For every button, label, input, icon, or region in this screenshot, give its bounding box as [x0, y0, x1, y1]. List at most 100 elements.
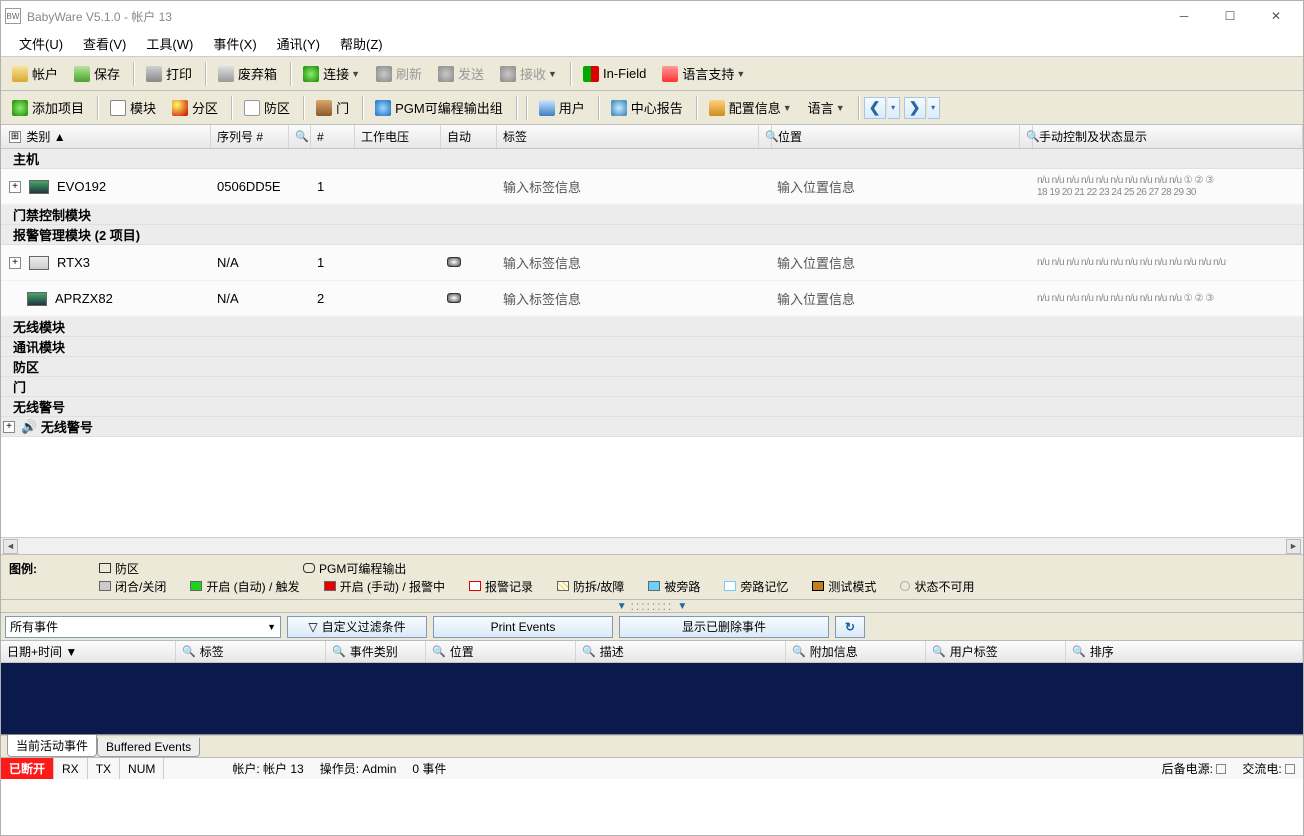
col-auto[interactable]: 自动: [441, 125, 497, 148]
col-label[interactable]: 标签: [497, 125, 759, 148]
col-position[interactable]: 位置: [772, 125, 1020, 148]
grid-header: ⊞ 类别 ▲ 序列号 # 🔍 # 工作电压 自动 标签 🔍 位置 🔍 手动控制及…: [1, 125, 1303, 149]
infield-button[interactable]: In-Field: [576, 61, 653, 87]
add-item-button[interactable]: 添加项目: [5, 95, 91, 121]
maximize-button[interactable]: ☐: [1207, 1, 1253, 31]
group-host[interactable]: 主机: [1, 149, 1303, 169]
legend-title: 图例:: [9, 560, 69, 577]
ecol-position[interactable]: 🔍位置: [426, 641, 576, 662]
menu-bar: 文件(U) 查看(V) 工具(W) 事件(X) 通讯(Y) 帮助(Z): [1, 31, 1303, 57]
nav-back-button[interactable]: ❮: [864, 97, 886, 119]
module-icon: [29, 256, 49, 270]
print-events-button[interactable]: Print Events: [433, 616, 613, 638]
central-report-button[interactable]: 中心报告: [604, 95, 690, 121]
user-button[interactable]: 用户: [532, 95, 592, 121]
save-icon: [74, 66, 90, 82]
event-tabs: 当前活动事件 Buffered Events: [1, 735, 1303, 757]
group-wireless[interactable]: 无线模块: [1, 317, 1303, 337]
account-button[interactable]: 帐户: [5, 61, 65, 87]
group-siren[interactable]: 无线警号: [1, 397, 1303, 417]
swatch-tamper: [557, 581, 569, 591]
grid-hscroll[interactable]: ◄ ►: [1, 537, 1303, 554]
config-button[interactable]: 配置信息▼: [702, 95, 799, 121]
row-rtx3[interactable]: +RTX3 N/A 1 输入标签信息 输入位置信息 n/u n/u n/u n/…: [1, 245, 1303, 281]
close-button[interactable]: ✕: [1253, 1, 1299, 31]
print-button[interactable]: 打印: [139, 61, 199, 87]
menu-comm[interactable]: 通讯(Y): [267, 31, 330, 56]
send-button[interactable]: 发送: [431, 61, 491, 87]
col-number[interactable]: #: [311, 125, 355, 148]
expand-icon[interactable]: +: [3, 421, 15, 433]
col-serial[interactable]: 序列号 #: [211, 125, 289, 148]
splitter-grip[interactable]: ▼::::::::▼: [1, 599, 1303, 613]
row-aprzx82[interactable]: APRZX82 N/A 2 输入标签信息 输入位置信息 n/u n/u n/u …: [1, 281, 1303, 317]
receive-button[interactable]: 接收▼: [493, 61, 564, 87]
status-connection: 已断开: [1, 758, 54, 779]
ecol-label[interactable]: 🔍标签: [176, 641, 326, 662]
ecol-sort[interactable]: 🔍排序: [1066, 641, 1303, 662]
grip-up-icon: ▼: [617, 601, 627, 612]
group-access[interactable]: 门禁控制模块: [1, 205, 1303, 225]
print-icon: [146, 66, 162, 82]
col-manual[interactable]: 手动控制及状态显示: [1033, 125, 1303, 148]
title-bar: BW BabyWare V5.1.0 - 帐户 13 ─ ☐ ✕: [1, 1, 1303, 31]
folder-icon: [12, 66, 28, 82]
group-siren2[interactable]: +🔊 无线警号: [1, 417, 1303, 437]
zone-button[interactable]: 防区: [237, 95, 297, 121]
door-button[interactable]: 门: [309, 95, 356, 121]
col-search3[interactable]: 🔍: [1020, 125, 1033, 148]
reload-events-button[interactable]: ↻: [835, 616, 865, 638]
col-search1[interactable]: 🔍: [289, 125, 311, 148]
swatch-closed: [99, 581, 111, 591]
expand-icon[interactable]: +: [9, 181, 21, 193]
pgm-button[interactable]: PGM可编程输出组: [368, 95, 510, 121]
legend-panel: 图例: 防区 PGM可编程输出 闭合/关闭 开启 (自动) / 触发 开启 (手…: [1, 554, 1303, 599]
col-category[interactable]: ⊞ 类别 ▲: [1, 125, 211, 148]
row-evo192[interactable]: +EVO192 0506DD5E 1 输入标签信息 输入位置信息 n/u n/u…: [1, 169, 1303, 205]
trash-button[interactable]: 废弃箱: [211, 61, 284, 87]
lang-support-button[interactable]: 语言支持▼: [655, 61, 752, 87]
minimize-button[interactable]: ─: [1161, 1, 1207, 31]
menu-file[interactable]: 文件(U): [9, 31, 73, 56]
nav-forward-drop[interactable]: ▾: [928, 97, 940, 119]
menu-view[interactable]: 查看(V): [73, 31, 136, 56]
app-icon: BW: [5, 8, 21, 24]
event-filter-select[interactable]: 所有事件▼: [5, 616, 281, 638]
scroll-left-icon[interactable]: ◄: [3, 539, 18, 554]
col-voltage[interactable]: 工作电压: [355, 125, 441, 148]
group-alarm[interactable]: 报警管理模块 (2 项目): [1, 225, 1303, 245]
save-button[interactable]: 保存: [67, 61, 127, 87]
events-header: 日期+时间 ▼ 🔍标签 🔍事件类别 🔍位置 🔍描述 🔍附加信息 🔍用户标签 🔍排…: [1, 641, 1303, 663]
door-icon: [316, 100, 332, 116]
nav-forward-button[interactable]: ❯: [904, 97, 926, 119]
ecol-datetime[interactable]: 日期+时间 ▼: [1, 641, 176, 662]
col-search2[interactable]: 🔍: [759, 125, 772, 148]
connect-button[interactable]: 连接▼: [296, 61, 367, 87]
group-zone[interactable]: 防区: [1, 357, 1303, 377]
partition-button[interactable]: 分区: [165, 95, 225, 121]
expand-all-icon[interactable]: ⊞: [9, 131, 21, 143]
refresh-button[interactable]: 刷新: [369, 61, 429, 87]
ecol-userlabel[interactable]: 🔍用户标签: [926, 641, 1066, 662]
scroll-right-icon[interactable]: ►: [1286, 539, 1301, 554]
tab-buffered-events[interactable]: Buffered Events: [97, 738, 200, 757]
expand-icon[interactable]: +: [9, 257, 21, 269]
ecol-extra[interactable]: 🔍附加信息: [786, 641, 926, 662]
language-button[interactable]: 语言▼: [801, 95, 852, 121]
config-icon: [709, 100, 725, 116]
menu-events[interactable]: 事件(X): [203, 31, 266, 56]
group-door[interactable]: 门: [1, 377, 1303, 397]
custom-filter-button[interactable]: ▽自定义过滤条件: [287, 616, 427, 638]
tab-current-events[interactable]: 当前活动事件: [7, 735, 97, 757]
nav-back-drop[interactable]: ▾: [888, 97, 900, 119]
add-icon: [12, 100, 28, 116]
ecol-desc[interactable]: 🔍描述: [576, 641, 786, 662]
module-button[interactable]: 模块: [103, 95, 163, 121]
ecol-type[interactable]: 🔍事件类别: [326, 641, 426, 662]
menu-help[interactable]: 帮助(Z): [330, 31, 393, 56]
report-icon: [611, 100, 627, 116]
status-backup: 后备电源:: [1154, 758, 1235, 779]
show-deleted-button[interactable]: 显示已删除事件: [619, 616, 829, 638]
menu-tools[interactable]: 工具(W): [136, 31, 203, 56]
group-comm[interactable]: 通讯模块: [1, 337, 1303, 357]
